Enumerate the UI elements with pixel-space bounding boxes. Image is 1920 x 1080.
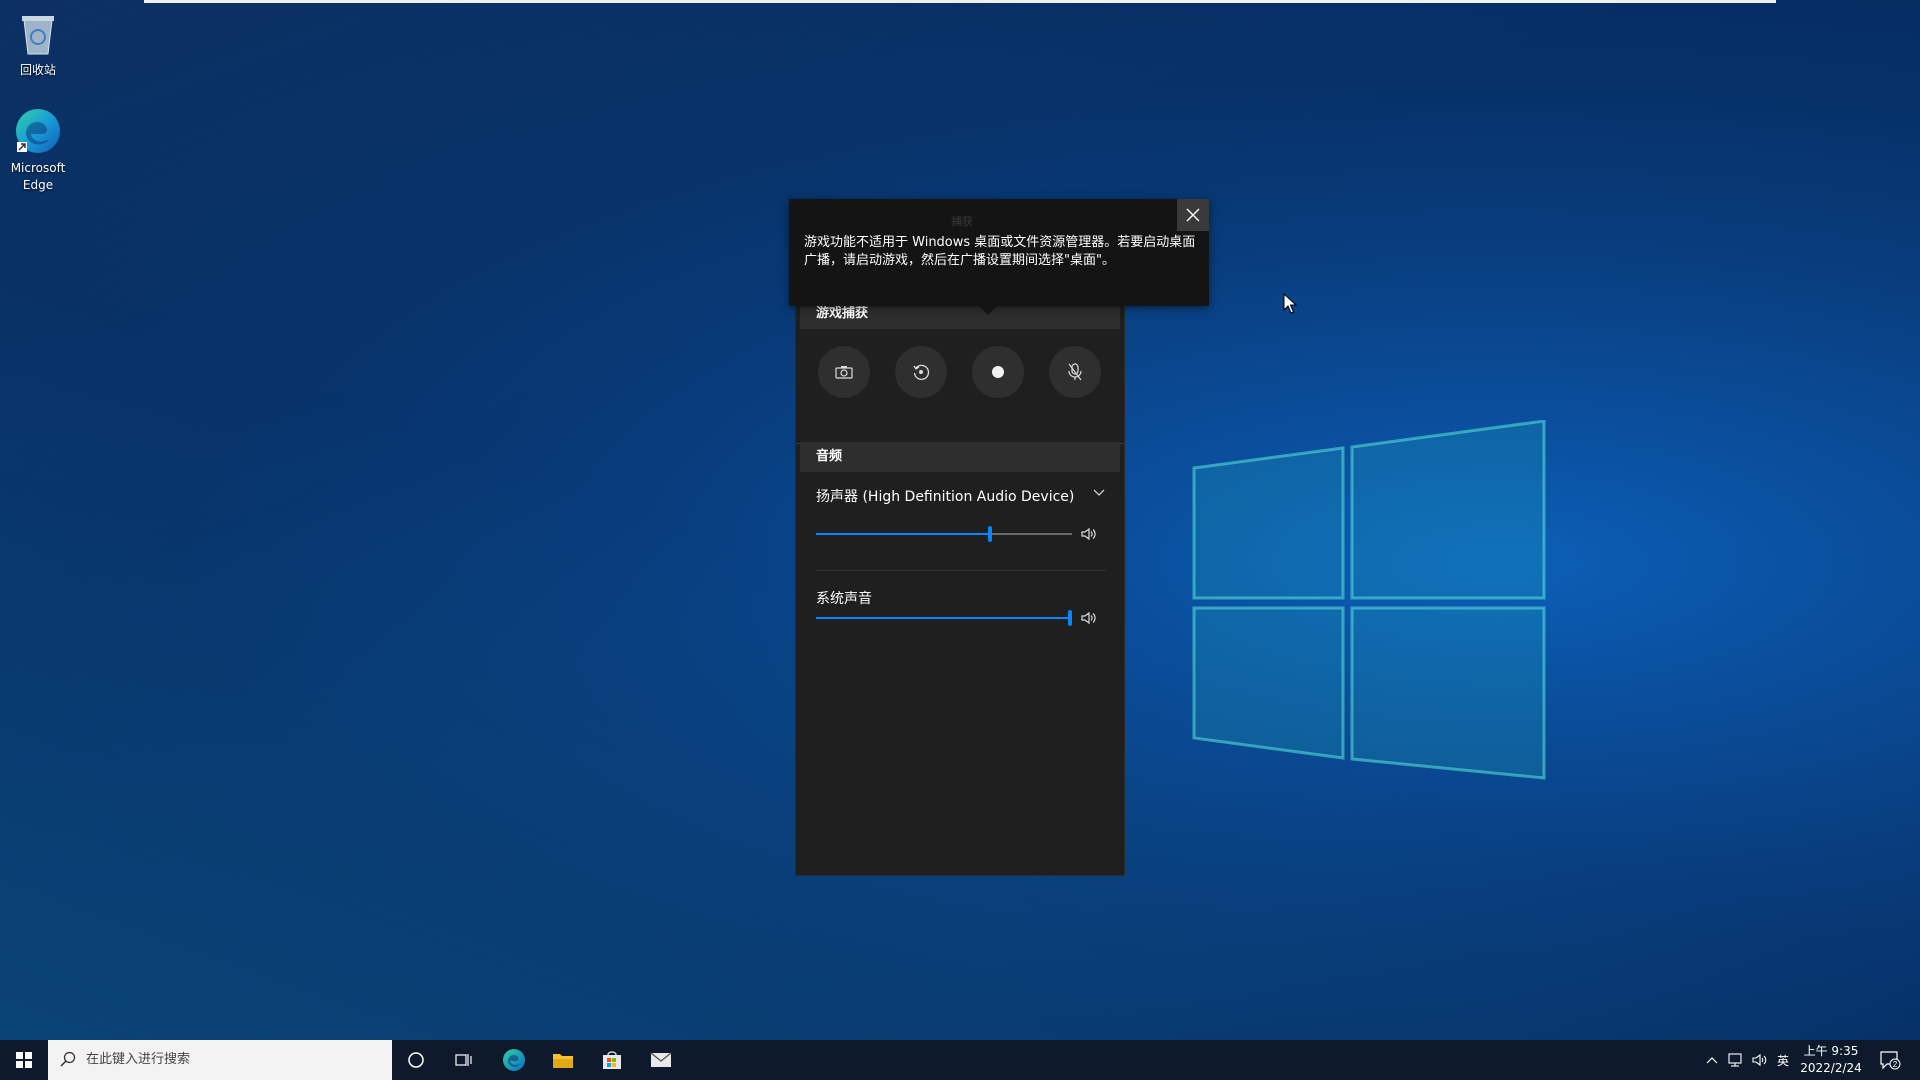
search-icon xyxy=(60,1051,76,1067)
close-icon xyxy=(1186,208,1200,222)
tooltip-message: 游戏功能不适用于 Windows 桌面或文件资源管理器。若要启动桌面广播，请启动… xyxy=(804,235,1196,268)
desktop-icon-label: 回收站 xyxy=(19,63,56,77)
clock-time: 上午 9:35 xyxy=(1803,1044,1859,1058)
search-placeholder: 在此键入进行搜索 xyxy=(86,1052,191,1067)
start-button[interactable] xyxy=(0,1040,48,1080)
audio-device-name: 扬声器 (High Definition Audio Device) xyxy=(816,489,1075,505)
record-dot-icon xyxy=(992,366,1004,378)
record-last-30-seconds-button[interactable] xyxy=(895,346,947,398)
edge-icon xyxy=(16,109,60,153)
desktop-unavailable-tooltip: 捕获 游戏功能不适用于 Windows 桌面或文件资源管理器。若要启动桌面广播，… xyxy=(789,199,1209,315)
tooltip-close-button[interactable] xyxy=(1177,199,1209,231)
recycle-bin-icon xyxy=(22,16,54,55)
system-volume-icon[interactable] xyxy=(1080,609,1098,627)
slider-fill xyxy=(816,533,988,535)
action-center-button[interactable]: 2 xyxy=(1870,1040,1910,1080)
input-method-indicator[interactable]: 英 xyxy=(1772,1040,1794,1080)
cortana-circle-icon xyxy=(408,1052,424,1068)
desktop-icon-label-line1: Microsoft xyxy=(10,161,66,175)
desktop-icon-recycle-bin[interactable]: 回收站 xyxy=(0,6,76,79)
clock-date: 2022/2/24 xyxy=(1800,1061,1862,1075)
task-view-icon xyxy=(455,1054,472,1066)
volume-button[interactable] xyxy=(1748,1040,1772,1080)
taskbar-search-box[interactable]: 在此键入进行搜索 xyxy=(48,1040,392,1080)
network-icon xyxy=(1728,1053,1742,1067)
notification-icon: 2 xyxy=(1880,1051,1901,1070)
chevron-down-icon xyxy=(1093,489,1105,496)
cortana-button[interactable] xyxy=(392,1040,440,1080)
windows-logo-wallpaper xyxy=(1192,420,1546,780)
windows-start-icon xyxy=(16,1052,32,1068)
taskbar-clock[interactable]: 上午 9:35 2022/2/24 xyxy=(1796,1043,1866,1077)
device-volume-slider[interactable] xyxy=(816,524,1072,544)
file-explorer-button[interactable] xyxy=(539,1040,587,1080)
microphone-muted-icon xyxy=(1068,363,1082,381)
replay-icon xyxy=(913,364,930,381)
camera-icon xyxy=(835,366,853,379)
notification-count: 2 xyxy=(1893,1060,1898,1069)
start-recording-button[interactable] xyxy=(972,346,1024,398)
audio-row-separator xyxy=(816,570,1106,571)
edge-icon xyxy=(503,1049,525,1071)
mail-icon xyxy=(650,1052,672,1067)
mail-button[interactable] xyxy=(637,1040,685,1080)
screenshot-button[interactable] xyxy=(818,346,870,398)
audio-device-selector[interactable]: 扬声器 (High Definition Audio Device) xyxy=(816,486,1106,506)
network-button[interactable] xyxy=(1724,1040,1748,1080)
system-volume-slider[interactable] xyxy=(816,608,1072,628)
slider-fill xyxy=(816,617,1072,619)
mouse-cursor-icon xyxy=(1283,293,1297,314)
top-edge-bar xyxy=(144,0,1776,3)
slider-thumb[interactable] xyxy=(1068,610,1072,626)
game-bar-capture-panel: 游戏捕获 音频 扬声器 (High Definition Audio Devic… xyxy=(796,290,1124,875)
tooltip-arrow xyxy=(979,306,997,315)
taskbar-edge-button[interactable] xyxy=(490,1040,538,1080)
task-view-button[interactable] xyxy=(440,1040,488,1080)
microsoft-store-button[interactable] xyxy=(588,1040,636,1080)
speaker-volume-icon[interactable] xyxy=(1080,525,1098,543)
microphone-toggle-button[interactable] xyxy=(1049,346,1101,398)
store-bag-icon xyxy=(603,1051,621,1069)
speaker-icon xyxy=(1752,1053,1767,1067)
desktop-icon-microsoft-edge[interactable]: Microsoft Edge xyxy=(0,106,76,194)
chevron-up-icon xyxy=(1706,1057,1718,1064)
folder-icon xyxy=(553,1054,573,1068)
taskbar: 在此键入进行搜索 英 上午 9:35 2022/2/24 2 xyxy=(0,1040,1920,1080)
audio-section-title: 音频 xyxy=(800,442,1120,472)
desktop-icon-label-line2: Edge xyxy=(22,178,54,192)
tooltip-underlying-title: 捕获 xyxy=(951,215,973,228)
slider-thumb[interactable] xyxy=(988,526,992,542)
system-sounds-label: 系统声音 xyxy=(816,591,872,607)
show-hidden-icons-button[interactable] xyxy=(1700,1040,1724,1080)
